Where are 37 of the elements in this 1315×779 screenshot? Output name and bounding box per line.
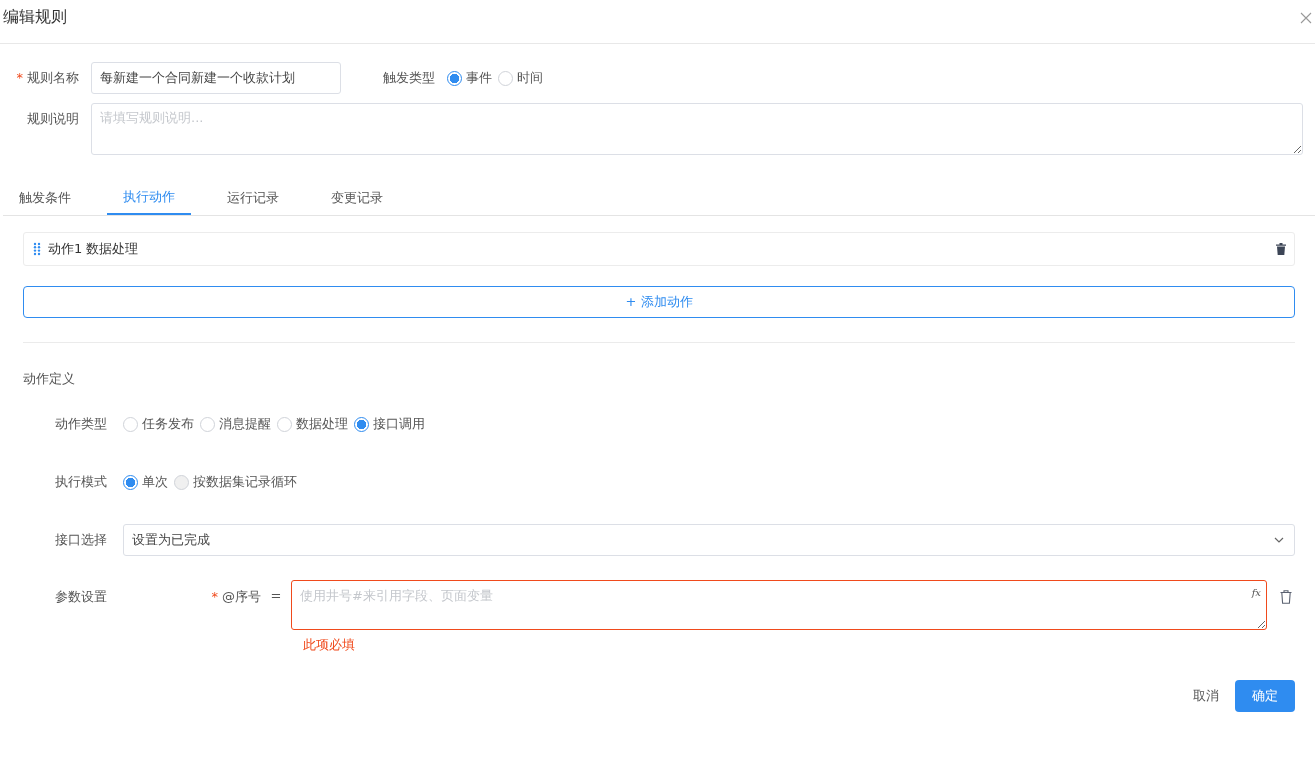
operator: =	[269, 587, 283, 603]
radio-option[interactable]: 消息提醒	[200, 415, 271, 433]
tab[interactable]: 运行记录	[211, 180, 295, 215]
field-label: 规则说明	[27, 111, 79, 126]
section-title: 动作定义	[23, 370, 76, 388]
field-label: 接口选择	[54, 531, 108, 549]
action-label: 动作1 数据处理	[48, 240, 140, 258]
radio-option[interactable]: 事件	[447, 69, 492, 87]
add-action-button[interactable]: + 添加动作	[23, 286, 1295, 318]
radio-option[interactable]: 时间	[498, 69, 543, 87]
field-label: 触发类型	[383, 69, 435, 87]
radio-option[interactable]: 任务发布	[123, 415, 194, 433]
field-label: 参数设置	[54, 588, 108, 606]
trash-icon[interactable]	[1276, 243, 1286, 255]
error-message: 此项必填	[303, 636, 356, 654]
interface-select[interactable]: 设置为已完成	[123, 524, 1295, 556]
radio-option[interactable]: 接口调用	[354, 415, 425, 433]
param-name: @序号	[222, 589, 261, 604]
cancel-button[interactable]: 取消	[1193, 687, 1219, 705]
tab[interactable]: 变更记录	[315, 180, 399, 215]
tab[interactable]: 触发条件	[3, 180, 87, 215]
action-item[interactable]: 动作1 数据处理	[23, 232, 1295, 266]
required-mark: *	[211, 589, 218, 604]
chevron-down-icon	[1274, 537, 1284, 543]
field-label: 动作类型	[54, 415, 108, 433]
drag-handle-icon[interactable]	[33, 242, 41, 256]
trash-icon[interactable]	[1280, 590, 1292, 604]
radio-option[interactable]: 单次	[123, 473, 168, 491]
formula-button[interactable]: fx	[1251, 587, 1261, 598]
radio-option[interactable]: 数据处理	[277, 415, 348, 433]
field-label: 规则名称	[27, 70, 79, 85]
dialog-title: 编辑规则	[3, 7, 67, 28]
tab[interactable]: 执行动作	[107, 180, 191, 215]
required-mark: *	[16, 70, 23, 85]
field-label: 执行模式	[54, 473, 108, 491]
close-icon[interactable]	[1300, 11, 1312, 24]
rule-name-field[interactable]: 每新建一个合同新建一个收款计划	[91, 62, 341, 94]
